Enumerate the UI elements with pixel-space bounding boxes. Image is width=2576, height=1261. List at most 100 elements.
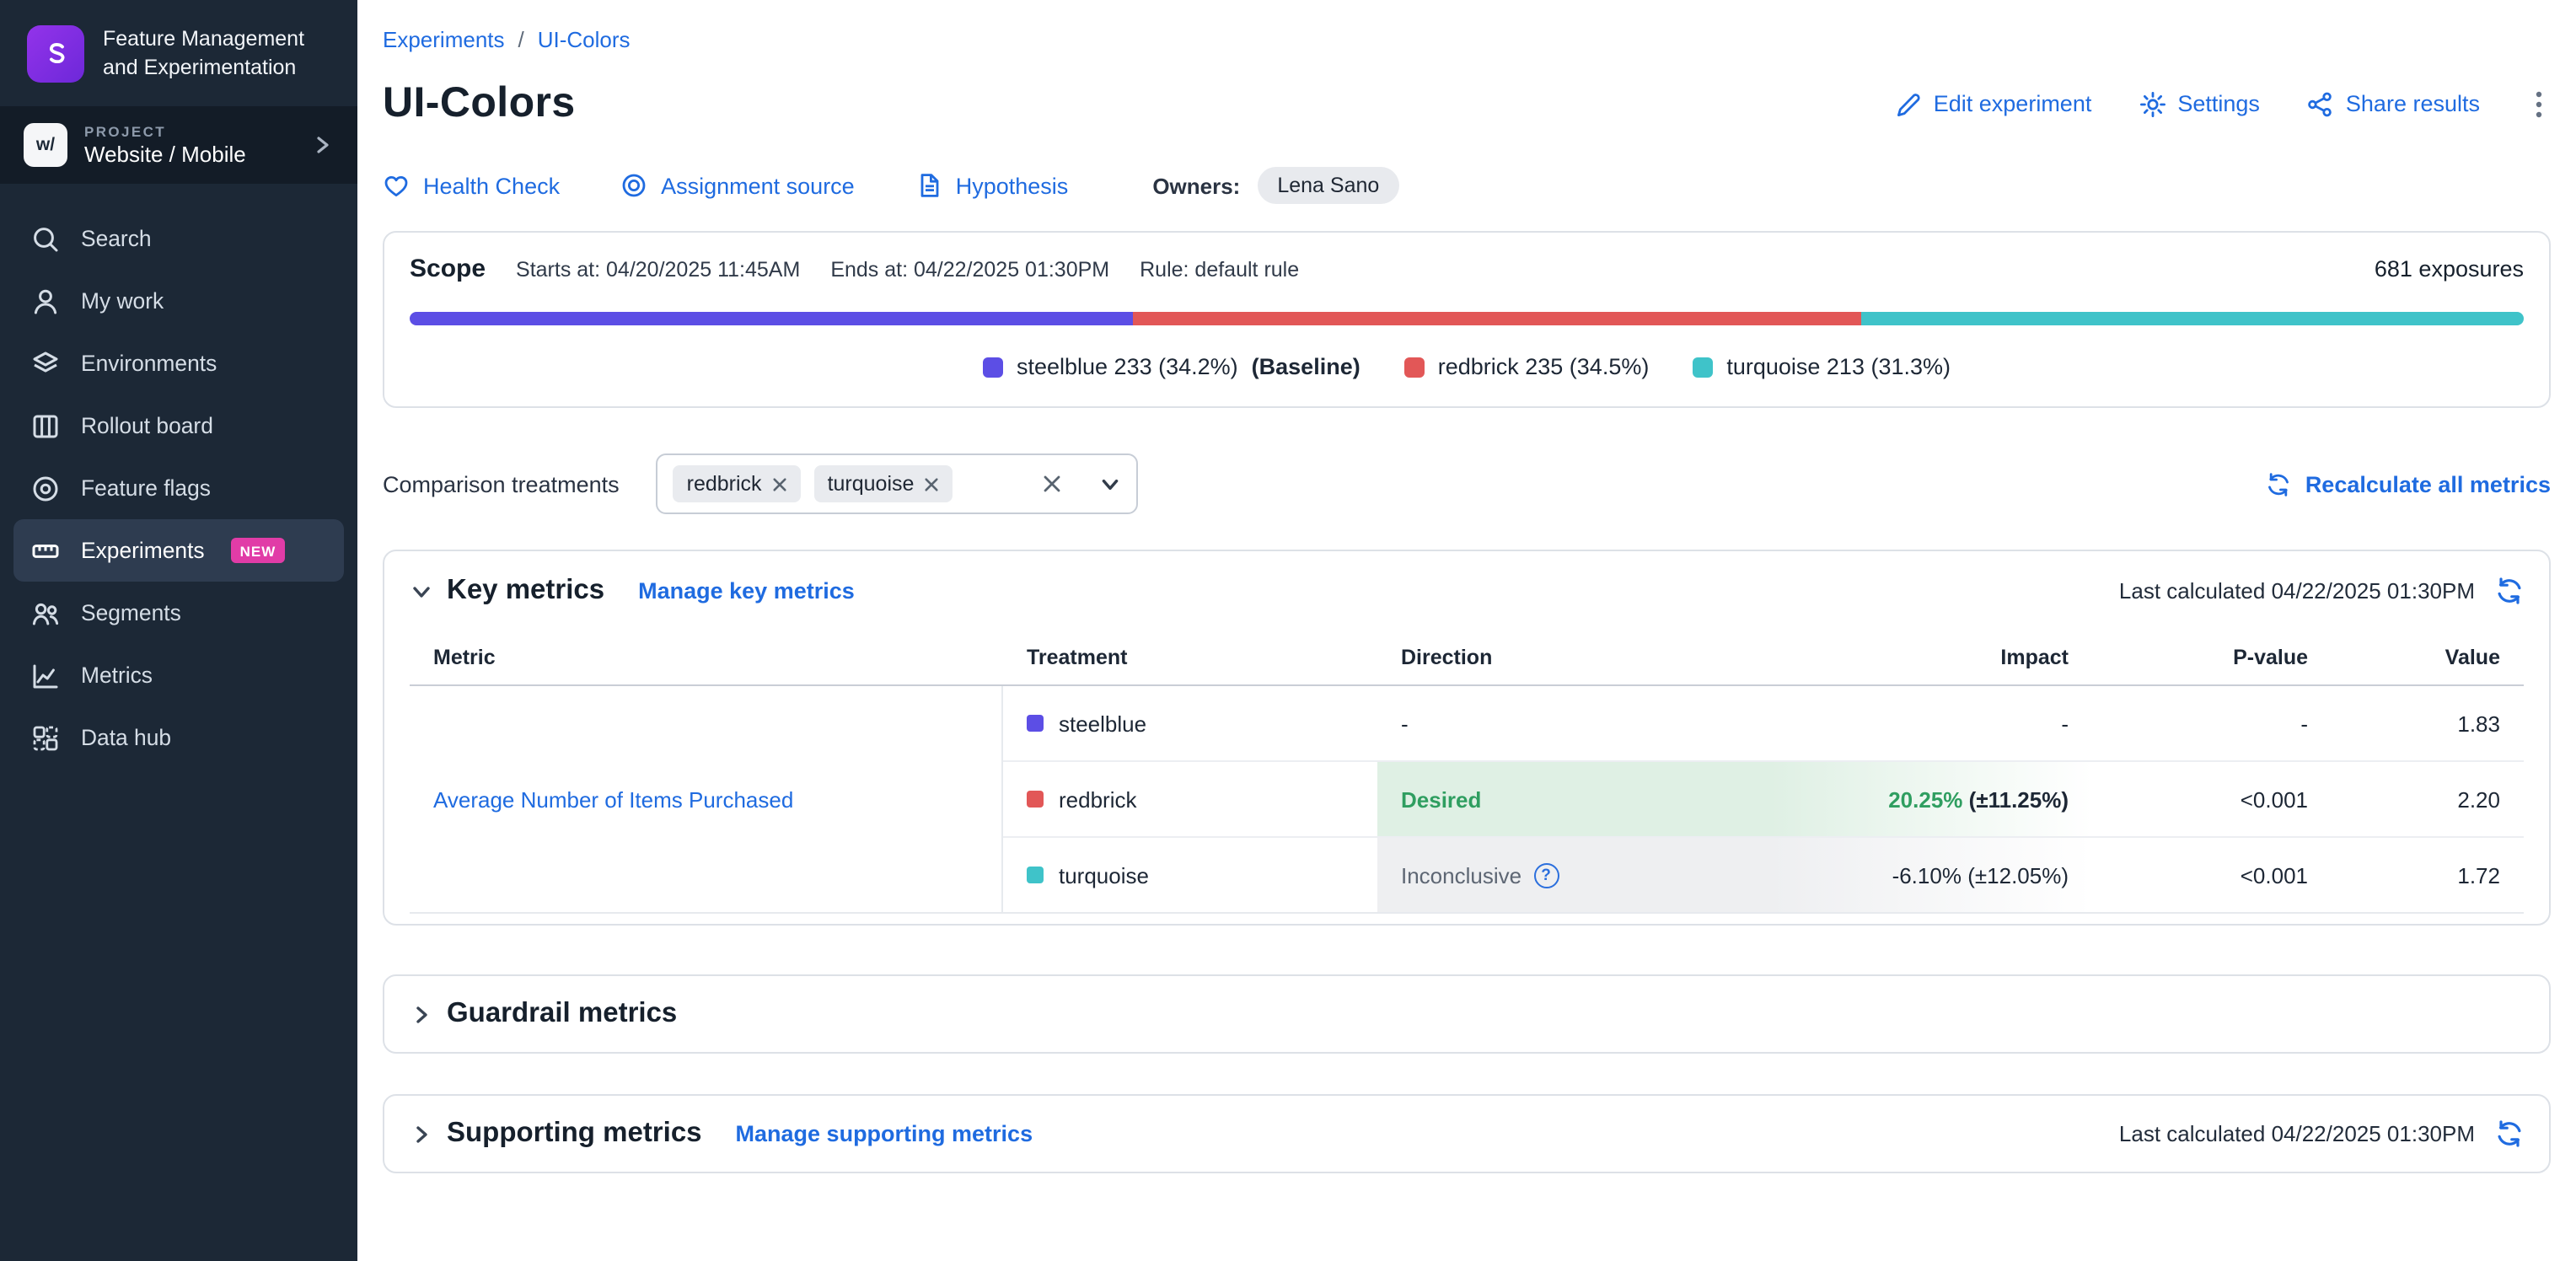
breadcrumb-current[interactable]: UI-Colors: [538, 27, 631, 52]
main-content: Experiments / UI-Colors UI-Colors Edit e…: [357, 0, 2576, 1261]
scope-card: Scope Starts at: 04/20/2025 11:45AM Ends…: [383, 231, 2551, 408]
refresh-icon[interactable]: [2495, 577, 2524, 605]
health-check-label: Health Check: [423, 173, 560, 198]
sidebar-item-label: Search: [81, 226, 152, 251]
sidebar: Feature Management and Experimentation w…: [0, 0, 357, 1261]
impact-cell: -6.10% (±12.05%): [1812, 862, 2092, 888]
assignment-source-link[interactable]: Assignment source: [620, 172, 855, 199]
value-cell: 2.20: [2332, 786, 2524, 812]
more-options-button[interactable]: [2527, 87, 2551, 121]
sidebar-item-label: Metrics: [81, 663, 153, 688]
metric-cell: Average Number of Items Purchased: [410, 686, 1003, 914]
col-metric: Metric: [410, 646, 1003, 669]
recalculate-label: Recalculate all metrics: [2305, 471, 2551, 496]
impact-cell: -: [1812, 711, 2092, 736]
share-results-button[interactable]: Share results: [2307, 90, 2480, 117]
treatment-chip-redbrick[interactable]: redbrick: [674, 465, 801, 502]
sidebar-item-rollout-board[interactable]: Rollout board: [13, 394, 344, 457]
new-badge: NEW: [232, 538, 285, 563]
last-calculated-text: Last calculated 04/22/2025 01:30PM: [2119, 1121, 2475, 1146]
impact-ci: (±12.05%): [1967, 862, 2069, 888]
legend-label: turquoise 213 (31.3%): [1726, 354, 1951, 379]
guardrail-metrics-card[interactable]: Guardrail metrics: [383, 974, 2551, 1054]
collapse-chevron-right-icon[interactable]: [410, 1122, 433, 1146]
sidebar-item-metrics[interactable]: Metrics: [13, 644, 344, 706]
owners-group: Owners: Lena Sano: [1152, 167, 1399, 204]
target-icon: [620, 172, 647, 199]
scope-starts: Starts at: 04/20/2025 11:45AM: [516, 258, 800, 282]
app-logo: Feature Management and Experimentation: [0, 0, 357, 106]
layers-icon: [30, 348, 61, 378]
edit-experiment-button[interactable]: Edit experiment: [1895, 90, 2092, 117]
exposure-bar: [410, 312, 2524, 325]
swatch-redbrick: [1404, 357, 1425, 377]
chevron-down-icon[interactable]: [1087, 473, 1122, 495]
treatment-chip-turquoise[interactable]: turquoise: [814, 465, 953, 502]
person-icon: [30, 286, 61, 316]
treatment-name: redbrick: [1059, 786, 1137, 812]
table-row: steelblue - - - 1.83: [1003, 686, 2524, 762]
project-switcher[interactable]: w/ PROJECT Website / Mobile: [0, 106, 357, 184]
comparison-label: Comparison treatments: [383, 471, 620, 496]
remove-chip-icon[interactable]: [924, 476, 939, 491]
health-check-link[interactable]: Health Check: [383, 172, 560, 199]
direction-cell: -: [1377, 711, 1812, 736]
manage-supporting-metrics-link[interactable]: Manage supporting metrics: [736, 1121, 1033, 1146]
experiments-icon: [30, 535, 61, 566]
sidebar-item-segments[interactable]: Segments: [13, 582, 344, 644]
treatment-rows: steelblue - - - 1.83: [1003, 686, 2524, 914]
legend-item-steelblue: steelblue 233 (34.2%) (Baseline): [983, 354, 1360, 379]
direction-impact-cells: Inconclusive -6.10% (±12.05%): [1377, 838, 2092, 912]
feature-flag-icon: [30, 473, 61, 503]
legend-item-redbrick: redbrick 235 (34.5%): [1404, 354, 1650, 379]
legend-label: steelblue 233 (34.2%): [1017, 354, 1238, 379]
col-impact: Impact: [1812, 646, 2092, 669]
refresh-icon[interactable]: [2495, 1119, 2524, 1148]
scope-header: Scope Starts at: 04/20/2025 11:45AM Ends…: [410, 255, 2524, 283]
sidebar-item-search[interactable]: Search: [13, 207, 344, 270]
app-title: Feature Management and Experimentation: [103, 25, 325, 83]
clear-selection-icon[interactable]: [1043, 474, 1063, 494]
supporting-metrics-card[interactable]: Supporting metrics Manage supporting met…: [383, 1094, 2551, 1173]
sidebar-item-data-hub[interactable]: Data hub: [13, 706, 344, 769]
metric-name-link[interactable]: Average Number of Items Purchased: [433, 786, 793, 812]
hypothesis-link[interactable]: Hypothesis: [915, 172, 1069, 199]
remove-chip-icon[interactable]: [772, 476, 787, 491]
sidebar-item-experiments[interactable]: Experiments NEW: [13, 519, 344, 582]
share-results-label: Share results: [2346, 91, 2480, 116]
breadcrumb: Experiments / UI-Colors: [383, 27, 2551, 52]
bar-segment-redbrick: [1133, 312, 1862, 325]
direction-cell: Desired: [1377, 786, 1812, 812]
recalculate-all-metrics-button[interactable]: Recalculate all metrics: [2267, 471, 2551, 496]
chart-icon: [30, 660, 61, 690]
impact-ci: (±11.25%): [1969, 786, 2069, 812]
chip-label: turquoise: [828, 472, 915, 496]
bar-segment-steelblue: [410, 312, 1133, 325]
sidebar-item-label: Segments: [81, 600, 181, 625]
guardrail-metrics-title: Guardrail metrics: [447, 998, 677, 1030]
key-metrics-header: Key metrics Manage key metrics Last calc…: [410, 575, 2524, 607]
collapse-chevron-right-icon[interactable]: [410, 1002, 433, 1026]
settings-button[interactable]: Settings: [2139, 90, 2260, 117]
impact-value: -: [2061, 711, 2069, 736]
sidebar-item-environments[interactable]: Environments: [13, 332, 344, 394]
manage-key-metrics-link[interactable]: Manage key metrics: [638, 578, 855, 604]
settings-label: Settings: [2177, 91, 2260, 116]
sidebar-item-my-work[interactable]: My work: [13, 270, 344, 332]
page-title: UI-Colors: [383, 79, 576, 128]
breadcrumb-experiments[interactable]: Experiments: [383, 27, 505, 52]
treatments-multiselect[interactable]: redbrick turquoise: [657, 453, 1139, 514]
collapse-chevron-down-icon[interactable]: [410, 579, 433, 603]
chip-label: redbrick: [687, 472, 762, 496]
sidebar-item-feature-flags[interactable]: Feature flags: [13, 457, 344, 519]
sidebar-item-label: Environments: [81, 351, 217, 376]
direction-value: Desired: [1401, 786, 1481, 812]
info-icon[interactable]: [1533, 862, 1559, 888]
scope-ends: Ends at: 04/22/2025 01:30PM: [830, 258, 1109, 282]
document-icon: [915, 172, 942, 199]
bar-segment-turquoise: [1862, 312, 2524, 325]
sidebar-item-label: Experiments: [81, 538, 205, 563]
owner-chip: Lena Sano: [1257, 167, 1399, 204]
key-metrics-card: Key metrics Manage key metrics Last calc…: [383, 550, 2551, 926]
pencil-icon: [1895, 90, 1922, 117]
